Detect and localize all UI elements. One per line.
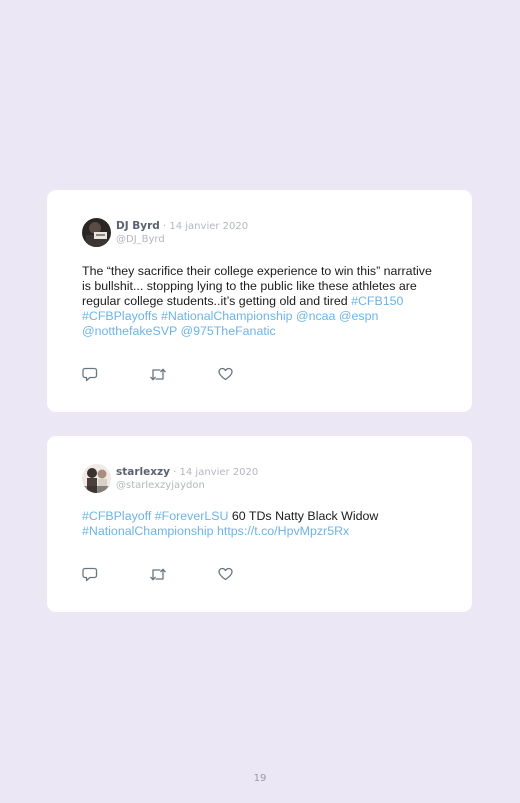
avatar[interactable] [82, 464, 111, 493]
avatar[interactable] [82, 218, 111, 247]
separator: · [169, 467, 180, 478]
tweet-text: #CFBPlayoff #ForeverLSU 60 TDs Natty Bla… [82, 509, 442, 539]
tweet-actions [82, 567, 252, 583]
tweet-text-plain: 60 TDs Natty Black Widow [228, 509, 379, 523]
tweet-date[interactable]: 14 janvier 2020 [180, 467, 259, 478]
hashtag-link[interactable]: #CFBPlayoffs [82, 309, 158, 323]
hashtag-link[interactable]: #CFBPlayoff [82, 509, 151, 523]
url-link[interactable]: https://t.co/HpvMpzr5Rx [217, 524, 349, 538]
reply-icon[interactable] [82, 367, 100, 383]
display-name[interactable]: starlexzy [116, 466, 170, 478]
retweet-icon[interactable] [149, 567, 167, 583]
like-icon[interactable] [218, 567, 236, 583]
tweet-actions [82, 367, 252, 383]
page-number: 19 [253, 773, 267, 784]
hashtag-link[interactable]: #CFB150 [351, 294, 403, 308]
tweet-header: DJ Byrd · 14 janvier 2020 @DJ_Byrd [82, 218, 248, 247]
tweet-header: starlexzy · 14 janvier 2020 @starlexzyja… [82, 464, 258, 493]
avatar-image-2 [82, 464, 111, 493]
hashtag-link[interactable]: #NationalChampionship [82, 524, 214, 538]
reply-icon[interactable] [82, 567, 100, 583]
tweet-card: DJ Byrd · 14 janvier 2020 @DJ_Byrd The “… [47, 190, 472, 412]
separator: · [159, 221, 170, 232]
user-handle[interactable]: @starlexzyjaydon [116, 480, 258, 492]
hashtag-link[interactable]: #ForeverLSU [155, 509, 229, 523]
tweet-card: starlexzy · 14 janvier 2020 @starlexzyja… [47, 436, 472, 612]
display-name[interactable]: DJ Byrd [116, 220, 160, 232]
avatar-image-1 [82, 218, 111, 247]
tweet-date[interactable]: 14 janvier 2020 [169, 221, 248, 232]
mention-link[interactable]: @notthefakeSVP [82, 324, 177, 338]
mention-link[interactable]: @espn [339, 309, 378, 323]
like-icon[interactable] [218, 367, 236, 383]
retweet-icon[interactable] [149, 367, 167, 383]
mention-link[interactable]: @ncaa [296, 309, 335, 323]
user-handle[interactable]: @DJ_Byrd [116, 234, 248, 246]
mention-link[interactable]: @975TheFanatic [180, 324, 275, 338]
hashtag-link[interactable]: #NationalChampionship [161, 309, 293, 323]
tweet-text: The “they sacrifice their college experi… [82, 264, 442, 339]
